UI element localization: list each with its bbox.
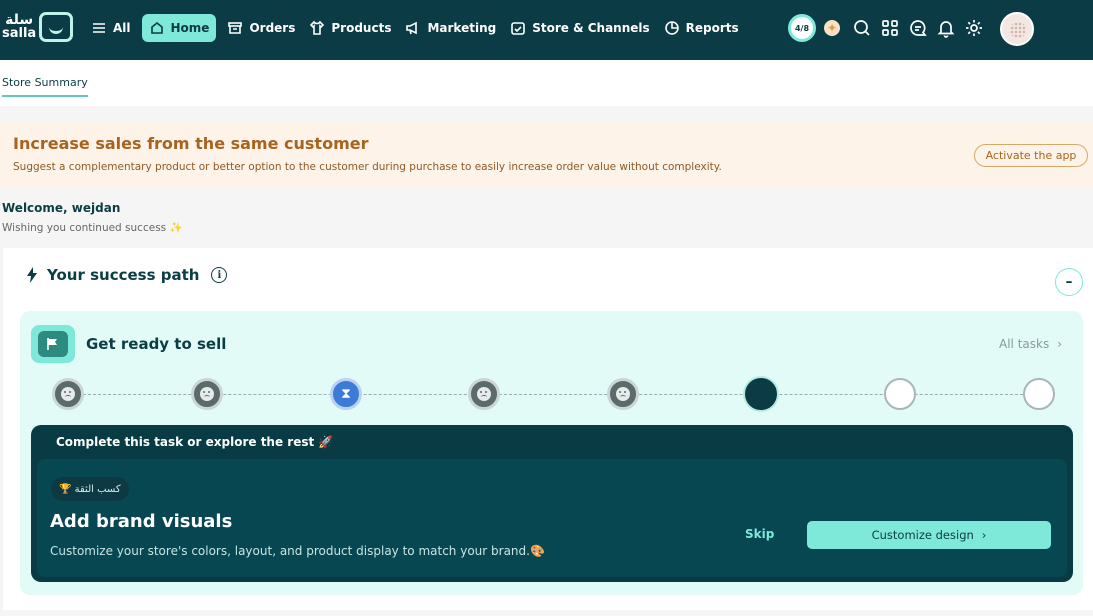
welcome-subtitle: Wishing you continued success ✨ <box>2 222 183 234</box>
sad-face-icon <box>200 387 214 401</box>
gear-icon[interactable] <box>964 18 984 38</box>
nav-reports-label: Reports <box>685 21 739 35</box>
step-5[interactable] <box>607 378 639 410</box>
task-header: Complete this task or explore the rest 🚀 <box>56 435 334 449</box>
step-8[interactable] <box>1023 378 1055 410</box>
page-tabs: Store Summary <box>0 60 1093 106</box>
step-7[interactable] <box>884 378 916 410</box>
store-icon <box>511 22 526 35</box>
tab-store-summary[interactable]: Store Summary <box>2 76 88 97</box>
top-navigation-bar: سلة salla All Home Orders Products Marke… <box>0 0 1093 60</box>
box-icon <box>228 22 243 34</box>
sad-face-icon <box>616 387 630 401</box>
nav-store-channels-label: Store & Channels <box>532 21 650 35</box>
flag-icon <box>31 325 75 363</box>
shirt-icon <box>310 20 325 35</box>
nav-orders[interactable]: Orders <box>220 14 302 42</box>
nav-products-label: Products <box>331 21 392 35</box>
customize-design-button[interactable]: Customize design › <box>807 521 1051 549</box>
nav-marketing-label: Marketing <box>427 21 497 35</box>
logo-mark-icon <box>39 12 74 42</box>
sparkle-icon[interactable]: ✦ <box>824 20 840 36</box>
logo-text: سلة salla <box>2 13 37 41</box>
nav-all-label: All <box>113 21 131 35</box>
home-icon <box>150 21 163 34</box>
banner-description: Suggest a complementary product or bette… <box>13 161 722 173</box>
task-category-chip: 🏆 كسب الثقة <box>51 477 129 501</box>
upsell-banner: Increase sales from the same customer Su… <box>0 122 1093 188</box>
get-ready-panel: Get ready to sell All tasks › ⧗ Complete… <box>20 311 1083 595</box>
user-avatar[interactable] <box>1000 12 1034 46</box>
chevron-right-icon: › <box>1057 337 1063 351</box>
megaphone-icon <box>406 21 418 35</box>
nav-home-label: Home <box>170 21 210 35</box>
task-description: Customize your store's colors, layout, a… <box>50 544 545 558</box>
nav-orders-label: Orders <box>249 21 296 35</box>
step-1[interactable] <box>52 378 84 410</box>
flag-icon-inner <box>38 331 68 357</box>
salla-logo[interactable]: سلة salla <box>2 12 74 42</box>
nav-all[interactable]: All <box>84 14 138 42</box>
nav-reports[interactable]: Reports <box>657 14 746 42</box>
customize-design-label: Customize design <box>871 528 974 542</box>
bell-icon[interactable] <box>936 18 956 38</box>
setup-progress-indicator[interactable]: 4/8 <box>788 14 816 42</box>
collapse-button[interactable]: – <box>1055 268 1083 296</box>
step-6[interactable] <box>745 378 777 410</box>
success-path-header: Your success path i <box>25 266 228 284</box>
success-path-title: Your success path <box>47 266 200 284</box>
search-icon[interactable] <box>852 18 872 38</box>
info-icon[interactable]: i <box>211 267 228 283</box>
setup-progress-text: 4/8 <box>794 23 810 33</box>
step-2[interactable] <box>191 378 223 410</box>
chat-icon[interactable] <box>908 18 928 38</box>
lightning-icon <box>27 267 37 283</box>
main-nav: All Home Orders Products Marketing Store… <box>84 14 746 42</box>
nav-home[interactable]: Home <box>141 14 217 42</box>
hourglass-icon: ⧗ <box>341 386 351 402</box>
nav-products[interactable]: Products <box>302 14 398 42</box>
all-tasks-link[interactable]: All tasks › <box>999 337 1062 351</box>
logo-text-english: salla <box>2 26 37 41</box>
sad-face-icon <box>61 387 75 401</box>
apps-grid-icon[interactable] <box>880 18 900 38</box>
all-tasks-label: All tasks <box>999 337 1050 351</box>
sad-face-icon <box>477 387 491 401</box>
pie-chart-icon <box>664 21 679 35</box>
activate-app-button[interactable]: Activate the app <box>974 144 1088 167</box>
task-card: Complete this task or explore the rest 🚀… <box>31 425 1073 582</box>
welcome-greeting: Welcome, wejdan <box>2 201 121 215</box>
banner-title: Increase sales from the same customer <box>13 134 369 153</box>
step-4[interactable] <box>468 378 500 410</box>
task-title: Add brand visuals <box>50 511 233 532</box>
nav-marketing[interactable]: Marketing <box>398 14 503 42</box>
chevron-right-icon: › <box>981 528 987 542</box>
step-3[interactable]: ⧗ <box>330 378 362 410</box>
panel-title: Get ready to sell <box>86 335 227 353</box>
nav-store-channels[interactable]: Store & Channels <box>503 14 656 42</box>
skip-button[interactable]: Skip <box>745 527 774 541</box>
flag-glyph-icon <box>47 338 57 350</box>
task-details: 🏆 كسب الثقة Add brand visuals Customize … <box>37 459 1067 577</box>
success-path-card: Your success path i – Get ready to sell … <box>3 248 1093 610</box>
menu-icon <box>93 23 105 33</box>
